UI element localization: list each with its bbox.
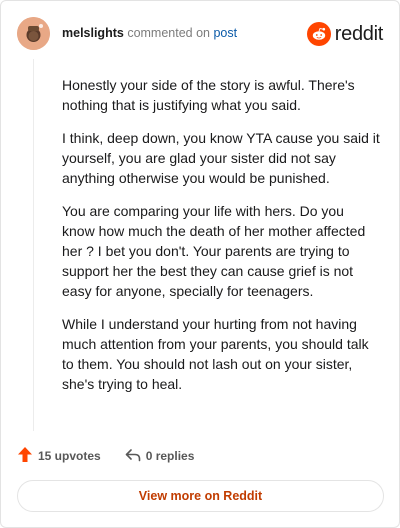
view-more-label: View more on Reddit — [138, 489, 263, 503]
comment-paragraph: Honestly your side of the story is awful… — [62, 77, 355, 113]
comment-paragraph: You are comparing your life with hers. D… — [62, 203, 366, 299]
comment-header: melslights commented on post reddit — [17, 17, 383, 51]
upvote-button[interactable]: 15 upvotes — [17, 446, 101, 466]
comment-paragraph: I think, deep down, you know YTA cause y… — [62, 130, 380, 186]
reddit-logo[interactable]: reddit — [306, 21, 384, 47]
comment-footer: 15 upvotes 0 replies — [17, 445, 194, 467]
post-link[interactable]: post — [213, 26, 237, 40]
avatar-icon[interactable] — [17, 17, 50, 50]
reddit-wordmark: reddit — [334, 22, 384, 45]
username-link[interactable]: melslights — [62, 26, 124, 40]
reply-arrow-icon — [125, 448, 141, 465]
reply-count: 0 replies — [145, 449, 195, 463]
reddit-logo-icon — [306, 22, 331, 46]
view-more-button[interactable]: View more on Reddit — [17, 480, 384, 512]
comment-embed-card: melslights commented on post reddit Hone… — [0, 0, 400, 528]
upvote-count: 15 upvotes — [38, 449, 101, 463]
action-text: commented on — [127, 26, 210, 40]
comment-body: Honestly your side of the story is awful… — [62, 75, 380, 407]
comment-paragraph: While I understand your hurting from not… — [62, 316, 369, 392]
thread-line — [33, 59, 34, 431]
reply-button[interactable]: 0 replies — [125, 448, 195, 465]
comment-meta: melslights commented on post — [62, 26, 237, 40]
upvote-arrow-icon — [17, 446, 33, 466]
